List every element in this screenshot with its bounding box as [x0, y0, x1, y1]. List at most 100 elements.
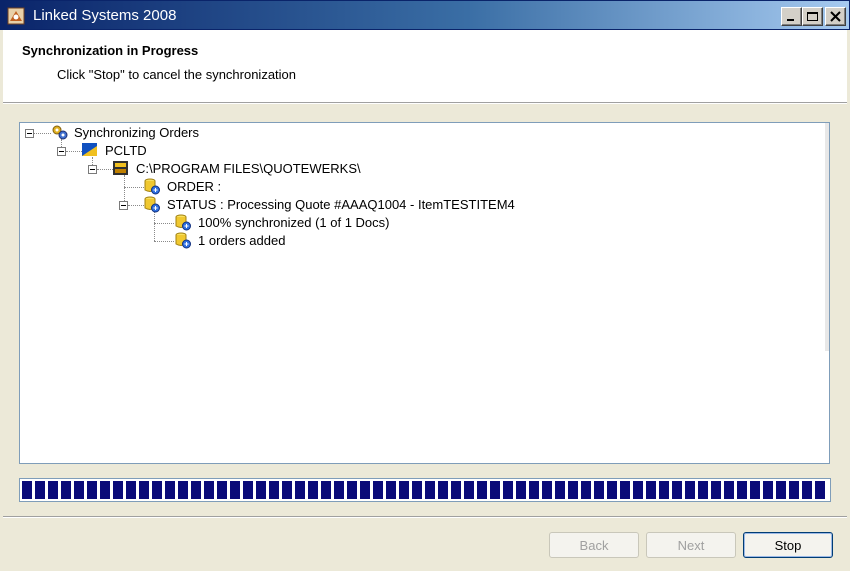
- company-flag-icon: [82, 143, 97, 156]
- tree-node-order[interactable]: ORDER :: [20, 178, 320, 196]
- progress-block: [35, 481, 45, 499]
- tree-node-status[interactable]: STATUS : Processing Quote #AAAQ1004 - It…: [20, 196, 540, 214]
- progress-block: [594, 481, 604, 499]
- progress-block: [269, 481, 279, 499]
- progress-block: [178, 481, 188, 499]
- tree-node-label: 100% synchronized (1 of 1 Docs): [198, 215, 390, 230]
- footer-divider: [3, 516, 847, 518]
- progress-block: [282, 481, 292, 499]
- tree-node-label: ORDER :: [167, 179, 222, 194]
- progress-block: [503, 481, 513, 499]
- progress-block: [438, 481, 448, 499]
- wizard-header: Synchronization in Progress Click "Stop"…: [3, 30, 847, 103]
- tree-node-label: C:\PROGRAM FILES\QUOTEWERKS\: [136, 161, 361, 176]
- progress-block: [581, 481, 591, 499]
- progress-block: [646, 481, 656, 499]
- progress-block: [568, 481, 578, 499]
- title-bar: Linked Systems 2008: [0, 0, 850, 30]
- progress-block: [347, 481, 357, 499]
- progress-block: [113, 481, 123, 499]
- progress-block: [334, 481, 344, 499]
- database-sync-icon: [175, 232, 191, 249]
- progress-block: [243, 481, 253, 499]
- progress-block: [191, 481, 201, 499]
- window-title: Linked Systems 2008: [33, 7, 177, 24]
- progress-block: [152, 481, 162, 499]
- progress-block: [308, 481, 318, 499]
- quotewerks-icon: [113, 161, 128, 175]
- progress-block: [607, 481, 617, 499]
- progress-block: [711, 481, 721, 499]
- tree-node-label: PCLTD: [105, 143, 147, 158]
- gears-icon: [52, 125, 68, 140]
- collapse-icon[interactable]: [25, 129, 34, 138]
- progress-block: [295, 481, 305, 499]
- progress-block: [74, 481, 84, 499]
- tree-node-label: Synchronizing Orders: [74, 125, 199, 140]
- progress-block: [360, 481, 370, 499]
- progress-block: [633, 481, 643, 499]
- progress-fill: [22, 481, 828, 499]
- next-button[interactable]: Next: [646, 532, 736, 558]
- sync-progress-bar: [19, 478, 831, 502]
- progress-block: [373, 481, 383, 499]
- progress-block: [386, 481, 396, 499]
- progress-block: [724, 481, 734, 499]
- maximize-button[interactable]: [802, 7, 823, 26]
- progress-block: [399, 481, 409, 499]
- tree-node-orders-added[interactable]: 1 orders added: [20, 232, 420, 250]
- progress-block: [321, 481, 331, 499]
- close-icon: [830, 11, 841, 22]
- progress-block: [87, 481, 97, 499]
- progress-block: [48, 481, 58, 499]
- progress-block: [672, 481, 682, 499]
- close-button[interactable]: [825, 7, 846, 26]
- tree-node-label: 1 orders added: [198, 233, 286, 248]
- page-title: Synchronization in Progress: [22, 43, 199, 58]
- maximize-icon: [807, 12, 818, 21]
- progress-block: [620, 481, 630, 499]
- header-divider: [3, 103, 847, 104]
- collapse-icon[interactable]: [119, 201, 128, 210]
- progress-block: [737, 481, 747, 499]
- tree-scrollbar[interactable]: [825, 123, 829, 351]
- progress-block: [230, 481, 240, 499]
- progress-block: [815, 481, 825, 499]
- progress-block: [789, 481, 799, 499]
- progress-block: [542, 481, 552, 499]
- progress-block: [555, 481, 565, 499]
- progress-block: [516, 481, 526, 499]
- progress-block: [763, 481, 773, 499]
- minimize-icon: [787, 19, 794, 21]
- progress-block: [464, 481, 474, 499]
- database-sync-icon: [144, 178, 160, 195]
- tree-node-progress-text[interactable]: 100% synchronized (1 of 1 Docs): [20, 214, 420, 232]
- progress-block: [100, 481, 110, 499]
- tree-node-path[interactable]: C:\PROGRAM FILES\QUOTEWERKS\: [20, 160, 420, 178]
- progress-block: [802, 481, 812, 499]
- progress-block: [529, 481, 539, 499]
- collapse-icon[interactable]: [57, 147, 66, 156]
- progress-block: [126, 481, 136, 499]
- progress-block: [217, 481, 227, 499]
- progress-block: [477, 481, 487, 499]
- back-button[interactable]: Back: [549, 532, 639, 558]
- tree-node-company[interactable]: PCLTD: [20, 142, 320, 160]
- progress-block: [256, 481, 266, 499]
- progress-block: [425, 481, 435, 499]
- sync-tree-view[interactable]: Synchronizing Orders PCLTD C:\PROGRAM FI…: [19, 122, 830, 464]
- progress-block: [659, 481, 669, 499]
- progress-block: [22, 481, 32, 499]
- progress-block: [61, 481, 71, 499]
- progress-block: [776, 481, 786, 499]
- progress-block: [204, 481, 214, 499]
- progress-block: [139, 481, 149, 499]
- collapse-icon[interactable]: [88, 165, 97, 174]
- database-sync-icon: [144, 196, 160, 213]
- progress-block: [750, 481, 760, 499]
- minimize-button[interactable]: [781, 7, 802, 26]
- progress-block: [412, 481, 422, 499]
- tree-node-root[interactable]: Synchronizing Orders: [20, 124, 320, 142]
- stop-button[interactable]: Stop: [743, 532, 833, 558]
- page-subtitle: Click "Stop" to cancel the synchronizati…: [57, 67, 297, 82]
